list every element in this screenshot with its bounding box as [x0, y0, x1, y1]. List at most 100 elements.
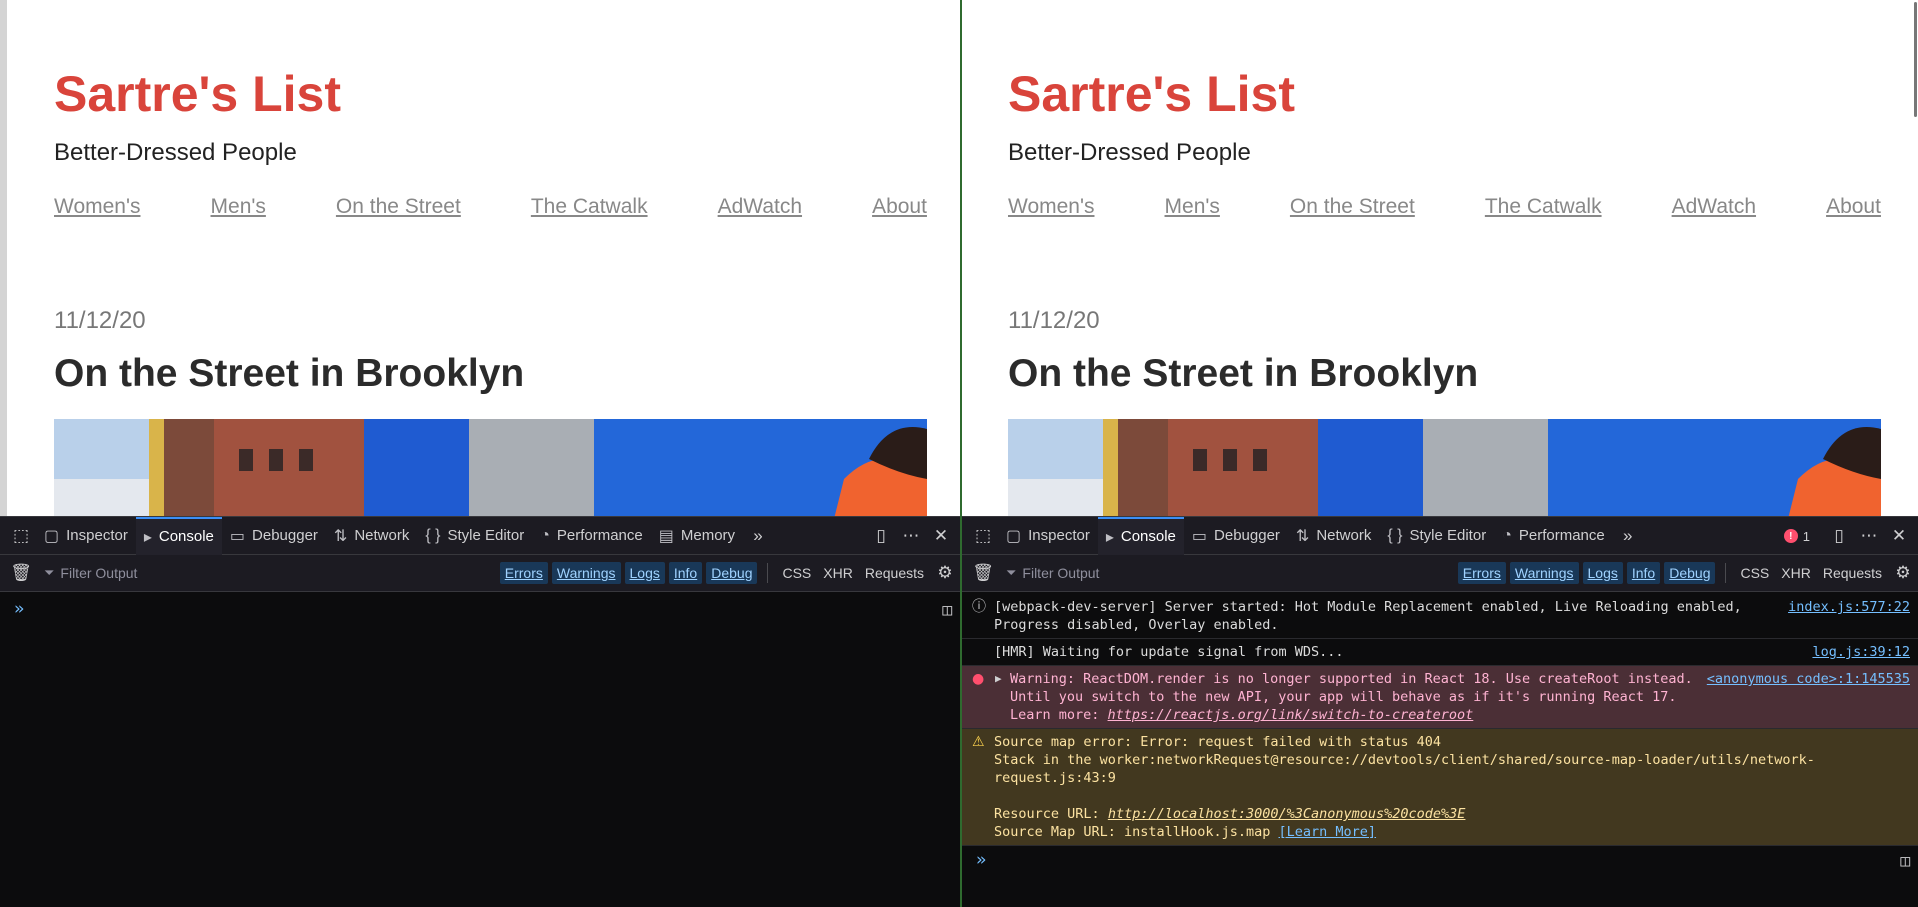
more-tabs-chevron-icon[interactable]: » [743, 521, 773, 551]
responsive-design-icon[interactable]: ▯ [866, 521, 896, 551]
more-options-icon[interactable]: ⋯ [1854, 521, 1884, 551]
more-options-icon[interactable]: ⋯ [896, 521, 926, 551]
message-link[interactable]: https://reactjs.org/link/switch-to-creat… [1108, 707, 1474, 723]
filter-css-button[interactable]: CSS [1740, 565, 1769, 581]
tab-label: Inspector [1028, 527, 1090, 544]
site-title[interactable]: Sartre's List [1008, 65, 1295, 123]
filter-requests-button[interactable]: Requests [1823, 565, 1882, 581]
toolbar-right-controls: ! 1 ▯ ⋯ ✕ [1783, 517, 1914, 555]
element-picker-icon[interactable]: ⬚ [6, 521, 36, 551]
filter-logs-button[interactable]: Logs [1582, 562, 1623, 584]
tab-style-editor[interactable]: { } Style Editor [1379, 517, 1494, 555]
nav-link-about[interactable]: About [1826, 195, 1881, 219]
site-nav: Women's Men's On the Street The Catwalk … [54, 195, 927, 219]
tab-console[interactable]: ▸ Console [1097, 516, 1184, 555]
filter-errors-button[interactable]: Errors [1457, 562, 1506, 584]
message-source-link[interactable]: index.js:577:22 [1788, 598, 1910, 616]
close-icon[interactable]: ✕ [1884, 521, 1914, 551]
filter-output-input[interactable]: ⏷ Filter Output [1006, 565, 1099, 581]
filter-debug-button[interactable]: Debug [706, 562, 758, 584]
nav-link-about[interactable]: About [872, 195, 927, 219]
webpage-viewport: Sartre's List Better-Dressed People Wome… [0, 0, 960, 516]
post-title: On the Street in Brooklyn [1008, 352, 1479, 395]
style-editor-icon: { } [425, 526, 441, 544]
tab-network[interactable]: ⇅ Network [326, 517, 417, 555]
nav-link-adwatch[interactable]: AdWatch [718, 195, 802, 219]
devtools-toolbar: ⬚ ▢ Inspector ▸ Console ▭ Debugger ⇅ Network… [0, 516, 960, 555]
sidebar-toggle-icon[interactable]: ◫ [1900, 851, 1910, 870]
close-icon[interactable]: ✕ [926, 521, 956, 551]
more-tabs-chevron-icon[interactable]: » [1613, 521, 1643, 551]
console-prompt-icon[interactable]: » [14, 599, 24, 619]
tab-console[interactable]: ▸ Console [135, 516, 222, 555]
filter-placeholder: Filter Output [1022, 565, 1100, 581]
tab-debugger[interactable]: ▭ Debugger [222, 517, 326, 555]
filter-logs-button[interactable]: Logs [624, 562, 665, 584]
filter-debug-button[interactable]: Debug [1664, 562, 1716, 584]
tab-label: Memory [680, 527, 736, 544]
tab-style-editor[interactable]: { } Style Editor [417, 517, 532, 555]
error-count-badge[interactable]: ! 1 [1783, 529, 1810, 544]
console-prompt-icon[interactable]: » [976, 850, 986, 870]
filter-warnings-button[interactable]: Warnings [551, 562, 621, 584]
page-scrollbar[interactable] [1914, 2, 1917, 117]
filter-info-button[interactable]: Info [1626, 562, 1661, 584]
tab-label: Console [1120, 528, 1176, 545]
nav-link-mens[interactable]: Men's [211, 195, 266, 219]
right-browser-pane: Sartre's List Better-Dressed People Wome… [962, 0, 1918, 907]
console-message-log: [HMR] Waiting for update signal from WDS… [962, 639, 1918, 666]
console-icon: ▸ [143, 528, 152, 546]
tab-debugger[interactable]: ▭ Debugger [1184, 517, 1288, 555]
message-text: [HMR] Waiting for update signal from WDS… [994, 644, 1344, 660]
filter-xhr-button[interactable]: XHR [1781, 565, 1811, 581]
network-icon: ⇅ [1295, 527, 1310, 545]
filter-warnings-button[interactable]: Warnings [1509, 562, 1579, 584]
responsive-design-icon[interactable]: ▯ [1824, 521, 1854, 551]
tab-label: Console [158, 528, 214, 545]
tab-label: Network [1316, 527, 1372, 544]
message-source-link[interactable]: <anonymous code>:1:145535 [1707, 670, 1910, 688]
console-icon: ▸ [1105, 528, 1114, 546]
source-map-line: Source Map URL: installHook.js.map [Lear… [994, 823, 1910, 841]
filter-css-button[interactable]: CSS [782, 565, 811, 581]
gear-icon[interactable]: ⚙ [930, 558, 960, 588]
filter-requests-button[interactable]: Requests [865, 565, 924, 581]
performance-icon: ◔ [540, 526, 550, 544]
expand-triangle-icon[interactable]: ▶ [995, 670, 1002, 688]
tab-network[interactable]: ⇅ Network [1288, 517, 1379, 555]
nav-link-on-the-street[interactable]: On the Street [336, 195, 461, 219]
tab-performance[interactable]: ◔ Performance [532, 517, 651, 555]
console-input-row[interactable]: » ◫ [962, 846, 1918, 876]
tab-label: Inspector [66, 527, 128, 544]
nav-link-adwatch[interactable]: AdWatch [1672, 195, 1756, 219]
filter-output-input[interactable]: ⏷ Filter Output [44, 565, 137, 581]
tab-inspector[interactable]: ▢ Inspector [36, 517, 136, 555]
element-picker-icon[interactable]: ⬚ [968, 521, 998, 551]
filter-info-button[interactable]: Info [668, 562, 703, 584]
tab-label: Style Editor [447, 527, 525, 544]
gear-icon[interactable]: ⚙ [1888, 558, 1918, 588]
nav-link-on-the-street[interactable]: On the Street [1290, 195, 1415, 219]
resource-url-link[interactable]: http://localhost:3000/%3Canonymous%20cod… [1108, 806, 1466, 822]
nav-link-the-catwalk[interactable]: The Catwalk [1485, 195, 1602, 219]
tab-inspector[interactable]: ▢ Inspector [998, 517, 1098, 555]
message-source-link[interactable]: log.js:39:12 [1812, 643, 1910, 661]
site-title[interactable]: Sartre's List [54, 65, 341, 123]
filter-errors-button[interactable]: Errors [499, 562, 548, 584]
trash-icon[interactable]: 🗑 [968, 558, 998, 588]
nav-link-womens[interactable]: Women's [1008, 195, 1094, 219]
toolbar-right-controls: ▯ ⋯ ✕ [866, 517, 956, 555]
filter-xhr-button[interactable]: XHR [823, 565, 853, 581]
resource-url-label: Resource URL: [994, 806, 1100, 822]
tab-performance[interactable]: ◔ Performance [1494, 517, 1613, 555]
console-message-error: ● ▶ Warning: ReactDOM.render is no longe… [962, 666, 1918, 729]
sidebar-toggle-icon[interactable]: ◫ [942, 600, 952, 619]
trash-icon[interactable]: 🗑 [6, 558, 36, 588]
learn-more-link[interactable]: [Learn More] [1278, 824, 1376, 840]
nav-link-womens[interactable]: Women's [54, 195, 140, 219]
filter-icon: ⏷ [1006, 565, 1017, 580]
nav-link-mens[interactable]: Men's [1165, 195, 1220, 219]
tab-memory[interactable]: ▤ Memory [651, 517, 743, 555]
nav-link-the-catwalk[interactable]: The Catwalk [531, 195, 648, 219]
